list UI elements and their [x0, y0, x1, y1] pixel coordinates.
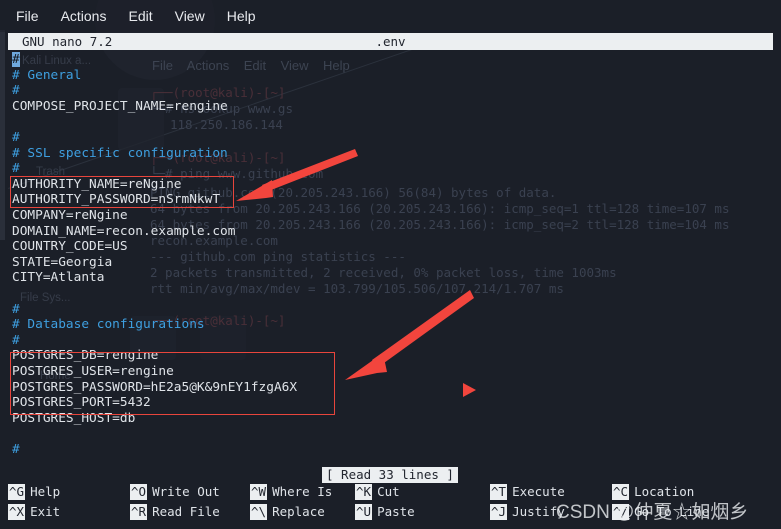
editor-line-21[interactable]: POSTGRES_PASSWORD=hE2a5@K&9nEY1fzgA6X: [12, 380, 297, 396]
shortcut-key: ^X: [8, 504, 26, 520]
shortcut-label: Write Out: [152, 484, 220, 499]
shortcut-label: Replace: [272, 504, 325, 519]
shortcut-key: ^K: [355, 484, 373, 500]
menu-actions[interactable]: Actions: [61, 8, 107, 24]
shortcut-write-out[interactable]: ^O Write Out: [130, 484, 220, 500]
status-message: [ Read 33 lines ]: [322, 467, 458, 483]
shortcut-justify[interactable]: ^J Justify: [490, 504, 565, 520]
shortcut-key: ^O: [130, 484, 148, 500]
shortcut-label: Paste: [377, 504, 415, 519]
shortcut-location[interactable]: ^C Location: [612, 484, 694, 500]
editor-line-18[interactable]: #: [12, 333, 20, 349]
menu-edit[interactable]: Edit: [128, 8, 152, 24]
shortcut-key: ^T: [490, 484, 508, 500]
shortcut-label: Location: [634, 484, 695, 499]
shortcut-exit[interactable]: ^X Exit: [8, 504, 60, 520]
editor-line-3[interactable]: COMPOSE_PROJECT_NAME=rengine: [12, 99, 228, 115]
shortcut-label: Help: [30, 484, 61, 499]
shortcut-execute[interactable]: ^T Execute: [490, 484, 565, 500]
shortcut-label: Justify: [512, 504, 565, 519]
editor-line-17[interactable]: # Database configurations: [12, 317, 205, 333]
shortcut-label: Where Is: [272, 484, 333, 499]
shortcut-go-to-line[interactable]: ^/ Go To Line: [612, 504, 709, 520]
text-cursor: #: [12, 52, 20, 67]
menu-help[interactable]: Help: [227, 8, 256, 24]
nano-title-bar: GNU nano 7.2 .env: [8, 33, 773, 50]
editor-line-6[interactable]: # SSL specific configuration: [12, 146, 228, 162]
shortcut-where-is[interactable]: ^W Where Is: [250, 484, 332, 500]
menu-file[interactable]: File: [16, 8, 39, 24]
editor-text-area[interactable]: # # General # COMPOSE_PROJECT_NAME=rengine #…: [0, 52, 781, 466]
shortcut-help[interactable]: ^G Help: [8, 484, 60, 500]
shortcut-label: Read File: [152, 504, 220, 519]
shortcut-key: ^U: [355, 504, 373, 520]
editor-line-7[interactable]: #: [12, 161, 20, 177]
editor-line-23[interactable]: POSTGRES_HOST=db: [12, 411, 135, 427]
shortcut-key: ^R: [130, 504, 148, 520]
shortcut-replace[interactable]: ^\ Replace: [250, 504, 325, 520]
editor-line-20[interactable]: POSTGRES_USER=rengine: [12, 364, 174, 380]
editor-line-2[interactable]: #: [12, 83, 20, 99]
editor-line-13[interactable]: STATE=Georgia: [12, 255, 112, 271]
shortcut-label: Exit: [30, 504, 61, 519]
shortcut-read-file[interactable]: ^R Read File: [130, 504, 220, 520]
editor-line-22[interactable]: POSTGRES_PORT=5432: [12, 395, 151, 411]
shortcut-key: ^G: [8, 484, 26, 500]
editor-line-1[interactable]: # General: [12, 68, 81, 84]
editor-line-11[interactable]: DOMAIN_NAME=recon.example.com: [12, 224, 235, 240]
editor-line-14[interactable]: CITY=Atlanta: [12, 270, 104, 286]
editor-line-5[interactable]: #: [12, 130, 20, 146]
shortcut-label: Go To Line: [634, 504, 710, 519]
editor-line-16[interactable]: #: [12, 302, 20, 318]
shortcut-help-bar: ^G Help ^X Exit ^O Write Out ^R Read File ^W Wher…: [0, 484, 781, 529]
shortcut-key: ^/: [612, 504, 630, 520]
shortcut-key: ^C: [612, 484, 630, 500]
nano-filename-label: .env: [375, 34, 406, 49]
menu-view[interactable]: View: [175, 8, 205, 24]
shortcut-key: ^W: [250, 484, 268, 500]
editor-line-9[interactable]: AUTHORITY_PASSWORD=nSrmNkwT: [12, 192, 220, 208]
editor-line-19[interactable]: POSTGRES_DB=rengine: [12, 348, 158, 364]
editor-line-8[interactable]: AUTHORITY_NAME=reNgine: [12, 177, 182, 193]
screen-root: Kali Linux a... Trash File Sys... Home F…: [0, 0, 781, 529]
editor-line-0[interactable]: #: [12, 52, 20, 68]
shortcut-key: ^J: [490, 504, 508, 520]
shortcut-label: Cut: [377, 484, 400, 499]
shortcut-cut[interactable]: ^K Cut: [355, 484, 400, 500]
shortcut-key: ^\: [250, 504, 268, 520]
editor-line-12[interactable]: COUNTRY_CODE=US: [12, 239, 128, 255]
shortcut-label: Execute: [512, 484, 565, 499]
editor-line-10[interactable]: COMPANY=reNgine: [12, 208, 128, 224]
shortcut-paste[interactable]: ^U Paste: [355, 504, 415, 520]
editor-line-25[interactable]: #: [12, 442, 20, 458]
menubar: File Actions Edit View Help: [0, 0, 781, 32]
